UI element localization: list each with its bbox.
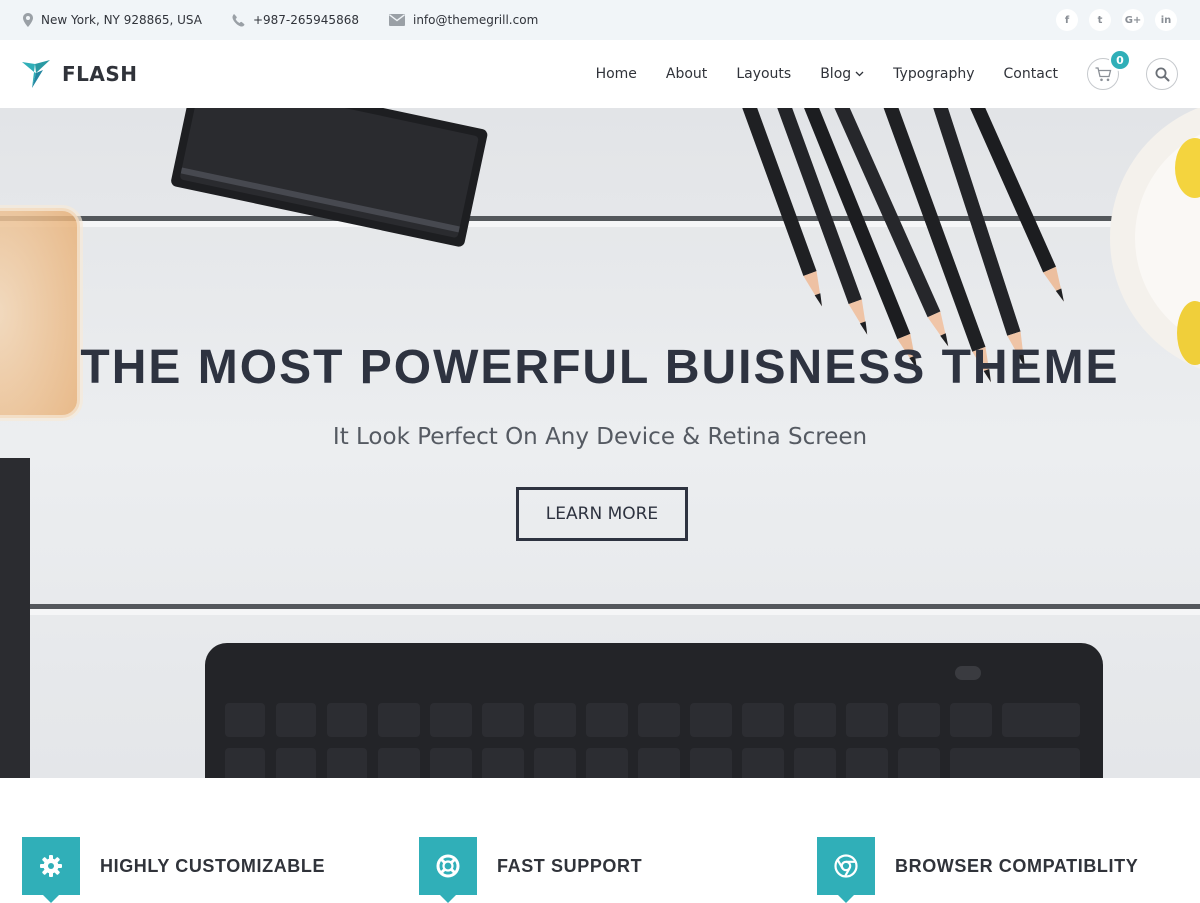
- nav-label: Home: [595, 66, 637, 82]
- bird-logo-icon: [22, 60, 50, 88]
- feature-icon-box: [419, 837, 477, 903]
- feature-icon-box: [817, 837, 875, 903]
- nav-label: About: [665, 66, 708, 82]
- cart-button[interactable]: 0: [1087, 49, 1131, 90]
- google-plus-icon[interactable]: G+: [1122, 9, 1144, 31]
- twitter-icon[interactable]: t: [1089, 9, 1111, 31]
- nav-item-contact[interactable]: Contact: [1004, 66, 1058, 82]
- feature-item: BROWSER COMPATIBLITY: [817, 837, 1139, 903]
- top-bar: New York, NY 928865, USA +987-265945868 …: [0, 0, 1200, 40]
- feature-title: HIGHLY CUSTOMIZABLE: [100, 855, 326, 876]
- feature-item: HIGHLY CUSTOMIZABLE: [22, 837, 326, 903]
- search-icon: [1155, 67, 1169, 81]
- hero-slider: THE MOST POWERFUL BUISNESS THEME It Look…: [0, 108, 1200, 778]
- shopping-cart-icon: [1095, 66, 1111, 81]
- feature-title: BROWSER COMPATIBLITY: [895, 855, 1139, 876]
- site-header: FLASH Home About Layouts Blog Typography…: [0, 40, 1200, 108]
- hero-title: THE MOST POWERFUL BUISNESS THEME: [80, 341, 1120, 394]
- email-text[interactable]: info@themegrill.com: [413, 13, 538, 27]
- map-marker-icon: [23, 13, 33, 27]
- main-nav: Home About Layouts Blog Typography Conta…: [596, 66, 1058, 82]
- nav-item-home[interactable]: Home: [596, 66, 637, 82]
- cart-count-badge: 0: [1109, 49, 1131, 71]
- learn-more-button[interactable]: LEARN MORE: [516, 487, 688, 541]
- phone-icon: [232, 13, 245, 27]
- location-info: New York, NY 928865, USA: [23, 13, 202, 27]
- nav-item-layouts[interactable]: Layouts: [736, 66, 791, 82]
- hero-subtitle: It Look Perfect On Any Device & Retina S…: [332, 424, 868, 450]
- phone-text: +987-265945868: [252, 13, 359, 27]
- life-ring-icon: [436, 854, 460, 878]
- envelope-icon: [388, 14, 405, 26]
- nav-item-blog[interactable]: Blog: [820, 66, 864, 82]
- linkedin-icon[interactable]: in: [1155, 9, 1177, 31]
- nav-label: Blog: [820, 66, 852, 82]
- phone-info: +987-265945868: [232, 13, 359, 27]
- feature-item: FAST SUPPORT: [419, 837, 643, 903]
- nav-item-typography[interactable]: Typography: [893, 66, 974, 82]
- nav-item-about[interactable]: About: [666, 66, 707, 82]
- nav-label: Layouts: [736, 66, 792, 82]
- nav-label: Contact: [1003, 66, 1058, 82]
- gear-icon: [40, 855, 62, 877]
- logo-text: FLASH: [62, 62, 138, 86]
- feature-title: FAST SUPPORT: [497, 855, 643, 876]
- social-links: f t G+ in: [1056, 9, 1177, 31]
- facebook-icon[interactable]: f: [1056, 9, 1078, 31]
- nav-label: Typography: [893, 66, 975, 82]
- search-button[interactable]: [1146, 58, 1178, 90]
- site-logo[interactable]: FLASH: [22, 60, 138, 88]
- location-text: New York, NY 928865, USA: [41, 13, 202, 27]
- features-section: HIGHLY CUSTOMIZABLE FAST SUPPORT BROWSER…: [0, 778, 1200, 903]
- chevron-down-icon: [855, 71, 864, 77]
- chrome-icon: [834, 854, 858, 878]
- feature-icon-box: [22, 837, 80, 903]
- email-info: info@themegrill.com: [388, 13, 538, 27]
